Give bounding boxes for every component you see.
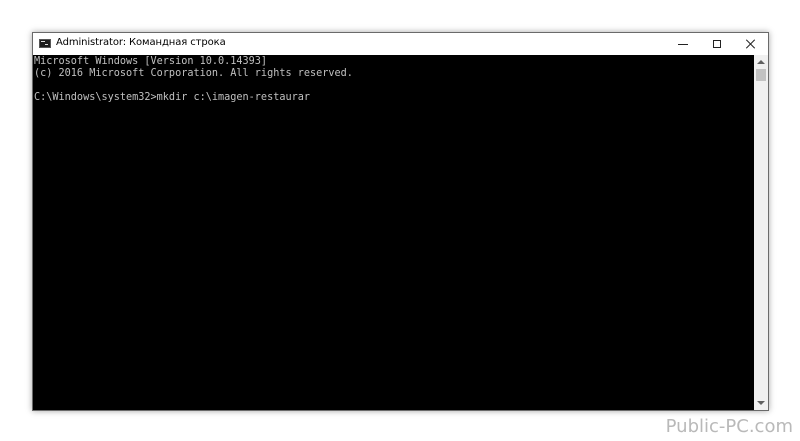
title-bar[interactable]: Administrator: Командная строка xyxy=(33,33,768,55)
cmd-icon[interactable] xyxy=(39,39,51,48)
arrow-up-icon xyxy=(757,60,765,64)
minimize-icon xyxy=(678,43,688,45)
console-command-line: C:\Windows\system32>mkdir c:\imagen-rest… xyxy=(34,92,311,103)
command-prompt-window: Administrator: Командная строка Microsof… xyxy=(32,32,769,411)
close-icon xyxy=(746,39,756,49)
console-line: (c) 2016 Microsoft Corporation. All righ… xyxy=(34,68,353,79)
scroll-up-button[interactable] xyxy=(754,55,768,69)
screenshot-stage: Administrator: Командная строка Microsof… xyxy=(0,0,800,441)
minimize-button[interactable] xyxy=(666,33,700,55)
vertical-scrollbar[interactable] xyxy=(754,55,768,410)
console-output[interactable]: Microsoft Windows [Version 10.0.14393] (… xyxy=(33,55,754,410)
maximize-button[interactable] xyxy=(700,33,734,55)
scroll-thumb[interactable] xyxy=(756,69,766,81)
maximize-icon xyxy=(713,40,721,48)
arrow-down-icon xyxy=(757,401,765,405)
scroll-down-button[interactable] xyxy=(754,396,768,410)
close-button[interactable] xyxy=(734,33,768,55)
console-line: Microsoft Windows [Version 10.0.14393] xyxy=(34,56,268,67)
window-title: Administrator: Командная строка xyxy=(56,37,226,48)
watermark-text: Public-PC.com xyxy=(665,416,793,437)
